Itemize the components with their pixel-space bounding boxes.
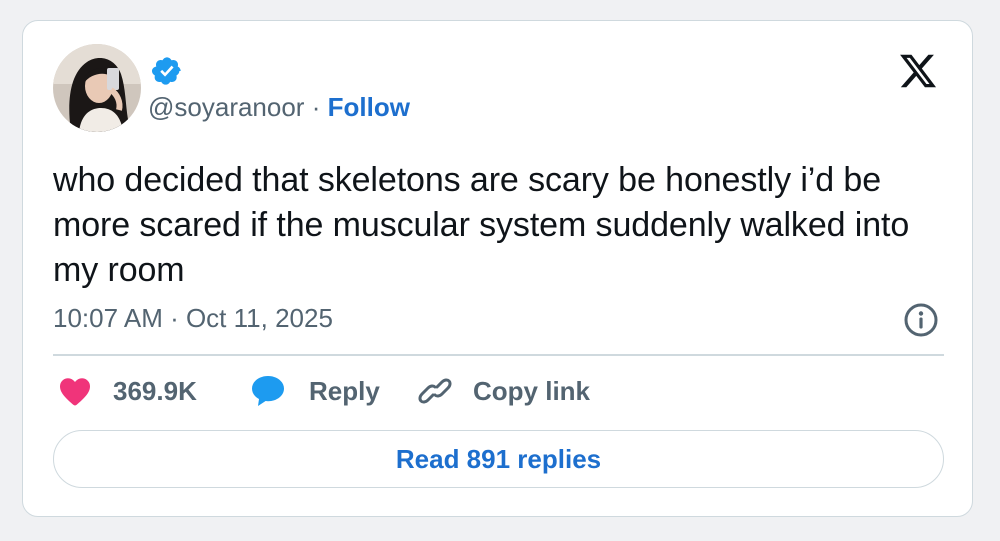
x-logo-icon[interactable] — [897, 51, 939, 91]
tweet-timestamp[interactable]: 10:07 AM · Oct 11, 2025 — [53, 302, 333, 334]
tweet-text: who decided that skeletons are scary be … — [53, 161, 910, 289]
info-icon[interactable] — [903, 302, 939, 338]
copy-link-button[interactable]: Copy link — [417, 373, 590, 409]
like-count: 369.9K — [113, 375, 197, 406]
follow-button[interactable]: Follow — [328, 92, 410, 122]
speech-bubble-icon — [252, 376, 284, 406]
separator-dot: · — [311, 92, 321, 122]
verified-badge-icon — [152, 57, 181, 85]
reply-label: Reply — [309, 375, 380, 406]
link-icon — [418, 378, 452, 404]
like-button[interactable]: 369.9K — [57, 373, 197, 409]
heart-icon — [60, 378, 90, 406]
divider — [53, 354, 944, 356]
user-handle[interactable]: @soyaranoor — [148, 92, 304, 122]
read-replies-label: Read 891 replies — [395, 443, 602, 474]
avatar[interactable] — [53, 44, 141, 132]
read-replies-button[interactable]: Read 891 replies — [53, 430, 944, 488]
tweet-card: @soyaranoor · Follow who decided that sk… — [22, 20, 973, 517]
copy-link-label: Copy link — [473, 375, 591, 406]
handle-row: @soyaranoor · Follow — [148, 91, 410, 123]
avatar-photo — [53, 44, 141, 132]
reply-button[interactable]: Reply — [249, 373, 380, 409]
